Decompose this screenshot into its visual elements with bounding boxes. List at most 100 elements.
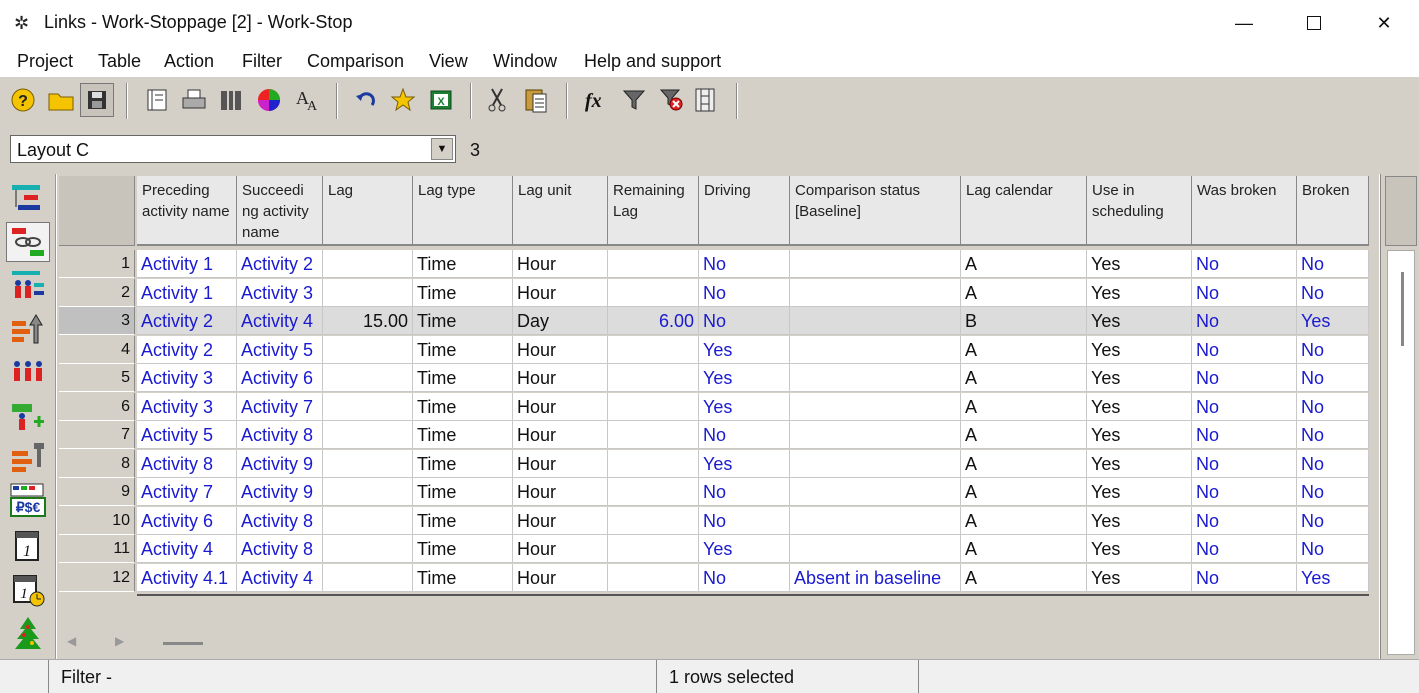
cell-lag-type[interactable]: Time xyxy=(413,335,513,364)
cell-was-broken[interactable]: No xyxy=(1192,449,1297,478)
cell-was-broken[interactable]: No xyxy=(1192,307,1297,335)
cell-preceding[interactable]: Activity 3 xyxy=(137,364,237,392)
cell-remaining-lag[interactable] xyxy=(608,421,699,449)
cell-lag-unit[interactable]: Hour xyxy=(513,335,608,364)
cell-driving[interactable]: Yes xyxy=(699,364,790,392)
cut-icon[interactable] xyxy=(480,83,514,117)
cell-lag-type[interactable]: Time xyxy=(413,449,513,478)
cell-succeeding[interactable]: Activity 2 xyxy=(237,250,323,278)
row-number[interactable]: 8 xyxy=(59,449,135,478)
cell-broken[interactable]: No xyxy=(1297,335,1369,364)
cell-comparison-status[interactable] xyxy=(790,364,961,392)
cell-lag-type[interactable]: Time xyxy=(413,535,513,563)
cell-broken[interactable]: No xyxy=(1297,250,1369,278)
cell-broken[interactable]: No xyxy=(1297,449,1369,478)
formula-icon[interactable]: fx xyxy=(578,83,612,117)
calendar-view-icon[interactable]: 1 xyxy=(6,526,50,566)
cell-lag-calendar[interactable]: A xyxy=(961,392,1087,421)
cell-lag-type[interactable]: Time xyxy=(413,392,513,421)
row-number[interactable]: 6 xyxy=(59,392,135,421)
row-number[interactable]: 11 xyxy=(59,535,135,563)
cell-lag-unit[interactable]: Hour xyxy=(513,278,608,307)
maximize-button[interactable] xyxy=(1279,0,1349,46)
cell-lag[interactable] xyxy=(323,449,413,478)
cell-succeeding[interactable]: Activity 5 xyxy=(237,335,323,364)
cell-preceding[interactable]: Activity 8 xyxy=(137,449,237,478)
cell-was-broken[interactable]: No xyxy=(1192,278,1297,307)
links-view-icon[interactable] xyxy=(6,222,50,262)
menu-help[interactable]: Help and support xyxy=(584,51,721,72)
cell-preceding[interactable]: Activity 6 xyxy=(137,506,237,535)
cell-broken[interactable]: No xyxy=(1297,535,1369,563)
col-header-use-in-scheduling[interactable]: Use in scheduling xyxy=(1087,176,1192,246)
cell-succeeding[interactable]: Activity 8 xyxy=(237,421,323,449)
materials-view-icon[interactable] xyxy=(6,438,50,478)
cell-lag-unit[interactable]: Hour xyxy=(513,421,608,449)
grid-corner[interactable] xyxy=(59,176,135,246)
cell-preceding[interactable]: Activity 4.1 xyxy=(137,563,237,592)
cell-broken[interactable]: No xyxy=(1297,506,1369,535)
cell-remaining-lag[interactable] xyxy=(608,335,699,364)
cell-lag-calendar[interactable]: A xyxy=(961,449,1087,478)
row-number[interactable]: 4 xyxy=(59,335,135,364)
cell-use-in-scheduling[interactable]: Yes xyxy=(1087,449,1192,478)
menu-filter[interactable]: Filter xyxy=(242,51,282,72)
currency-view-icon[interactable]: ₽$€ xyxy=(6,480,50,520)
cell-succeeding[interactable]: Activity 4 xyxy=(237,563,323,592)
cell-lag[interactable] xyxy=(323,392,413,421)
calendar-clock-icon[interactable]: 1 xyxy=(6,570,50,610)
cell-driving[interactable]: No xyxy=(699,278,790,307)
cell-broken[interactable]: No xyxy=(1297,278,1369,307)
cell-lag-calendar[interactable]: A xyxy=(961,535,1087,563)
row-number[interactable]: 12 xyxy=(59,563,135,592)
color-wheel-icon[interactable] xyxy=(252,83,286,117)
cell-comparison-status[interactable] xyxy=(790,278,961,307)
col-header-lag-calendar[interactable]: Lag calendar xyxy=(961,176,1087,246)
cell-preceding[interactable]: Activity 1 xyxy=(137,278,237,307)
col-header-was-broken[interactable]: Was broken xyxy=(1192,176,1297,246)
cell-lag[interactable] xyxy=(323,278,413,307)
col-header-preceding[interactable]: Preceding activity name xyxy=(137,176,237,246)
vertical-scrollbar[interactable] xyxy=(1380,174,1419,659)
cell-use-in-scheduling[interactable]: Yes xyxy=(1087,478,1192,506)
minimize-button[interactable]: — xyxy=(1209,0,1279,46)
cell-lag-type[interactable]: Time xyxy=(413,250,513,278)
menu-project[interactable]: Project xyxy=(17,51,73,72)
paste-icon[interactable] xyxy=(519,83,553,117)
cell-use-in-scheduling[interactable]: Yes xyxy=(1087,364,1192,392)
cell-comparison-status[interactable] xyxy=(790,307,961,335)
cell-lag-unit[interactable]: Hour xyxy=(513,535,608,563)
menu-view[interactable]: View xyxy=(429,51,468,72)
cell-comparison-status[interactable] xyxy=(790,421,961,449)
cell-lag-unit[interactable]: Hour xyxy=(513,506,608,535)
cell-lag[interactable] xyxy=(323,421,413,449)
cell-driving[interactable]: No xyxy=(699,250,790,278)
col-header-broken[interactable]: Broken xyxy=(1297,176,1369,246)
cell-use-in-scheduling[interactable]: Yes xyxy=(1087,563,1192,592)
font-icon[interactable]: AA xyxy=(290,83,324,117)
cell-preceding[interactable]: Activity 2 xyxy=(137,307,237,335)
col-header-remaining-lag[interactable]: Remaining Lag xyxy=(608,176,699,246)
cell-driving[interactable]: Yes xyxy=(699,535,790,563)
layout-dropdown[interactable]: Layout C ▼ xyxy=(10,135,456,163)
film-icon[interactable] xyxy=(688,83,722,117)
cell-broken[interactable]: No xyxy=(1297,478,1369,506)
cell-comparison-status[interactable] xyxy=(790,535,961,563)
cell-lag-unit[interactable]: Hour xyxy=(513,364,608,392)
cell-was-broken[interactable]: No xyxy=(1192,392,1297,421)
cell-comparison-status[interactable] xyxy=(790,506,961,535)
vertical-scroll-thumb[interactable] xyxy=(1401,272,1404,346)
cell-lag-unit[interactable]: Hour xyxy=(513,563,608,592)
cell-remaining-lag[interactable] xyxy=(608,449,699,478)
cell-use-in-scheduling[interactable]: Yes xyxy=(1087,307,1192,335)
cell-lag-unit[interactable]: Hour xyxy=(513,449,608,478)
cell-use-in-scheduling[interactable]: Yes xyxy=(1087,506,1192,535)
cell-remaining-lag[interactable] xyxy=(608,478,699,506)
cell-lag-calendar[interactable]: A xyxy=(961,335,1087,364)
cell-was-broken[interactable]: No xyxy=(1192,478,1297,506)
cell-use-in-scheduling[interactable]: Yes xyxy=(1087,392,1192,421)
cell-comparison-status[interactable] xyxy=(790,392,961,421)
star-icon[interactable] xyxy=(386,83,420,117)
excel-icon[interactable]: X xyxy=(424,83,458,117)
col-header-driving[interactable]: Driving xyxy=(699,176,790,246)
